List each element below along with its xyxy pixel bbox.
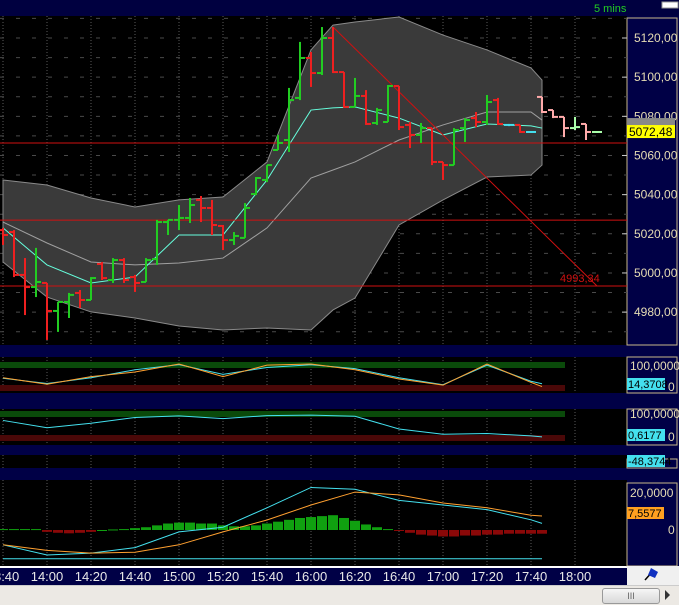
time-axis-label: 16:00 xyxy=(295,569,328,584)
oscillator2-axis-label: 100,0000 xyxy=(630,407,679,421)
macd-histogram-bar xyxy=(339,517,349,530)
header-bar xyxy=(0,0,679,16)
oscillator2-last-value: 0,6177 xyxy=(628,430,662,442)
macd-axis-label: 20,0000 xyxy=(630,486,674,500)
price-axis-label: 5000,00 xyxy=(634,266,678,280)
price-axis-label: 5020,00 xyxy=(634,227,678,241)
price-axis-label: 4980,00 xyxy=(634,305,678,319)
macd-histogram-bar xyxy=(75,530,85,533)
macd-histogram-bar xyxy=(350,520,360,530)
macd-histogram-bar xyxy=(416,530,426,535)
time-axis-label: 14:20 xyxy=(75,569,108,584)
macd-histogram-bar xyxy=(108,529,118,531)
panel-separator xyxy=(0,468,679,480)
overbought-band xyxy=(0,411,565,417)
macd-histogram-bar xyxy=(119,529,129,531)
macd-histogram-bar xyxy=(42,530,52,532)
time-axis-label: 14:00 xyxy=(31,569,64,584)
macd-histogram-bar xyxy=(306,517,316,530)
panel-separator xyxy=(0,345,679,357)
oversold-band xyxy=(0,385,565,391)
macd-histogram-bar xyxy=(515,530,525,534)
macd-histogram-bar xyxy=(0,529,8,531)
horizontal-scrollbar[interactable]: III xyxy=(0,585,679,605)
macd-histogram-bar xyxy=(317,516,327,530)
time-axis-label: 14:40 xyxy=(119,569,152,584)
macd-histogram-bar xyxy=(97,530,107,531)
stochastic-last-value: 14,3708 xyxy=(628,379,668,391)
macd-histogram-bar xyxy=(53,530,63,533)
time-axis-label: 16:40 xyxy=(383,569,416,584)
macd-histogram-bar xyxy=(163,523,173,530)
panel-separator xyxy=(0,393,679,409)
time-axis-label: 17:20 xyxy=(471,569,504,584)
macd-histogram-bar xyxy=(64,530,74,534)
macd-histogram-bar xyxy=(174,522,184,530)
macd-histogram-bar xyxy=(427,530,437,536)
stochastic-axis-label: 100,0000 xyxy=(630,359,679,373)
window-control[interactable] xyxy=(661,1,679,9)
macd-histogram-bar xyxy=(405,530,415,533)
macd-histogram-bar xyxy=(460,530,470,536)
macd-histogram-bar xyxy=(449,530,459,537)
macd-histogram-bar xyxy=(372,527,382,530)
macd-histogram-bar xyxy=(130,528,140,530)
macd-histogram-bar xyxy=(493,530,503,535)
macd-histogram-bar xyxy=(185,522,195,530)
time-axis-label: 15:20 xyxy=(207,569,240,584)
macd-histogram-bar xyxy=(262,523,272,530)
macd-histogram-bar xyxy=(504,530,514,534)
oscillator2-axis-label: 0 xyxy=(668,430,675,444)
macd-axis-label: 0 xyxy=(668,523,675,537)
price-bar xyxy=(504,123,514,127)
macd-histogram-bar xyxy=(86,530,96,532)
panel-separator xyxy=(0,445,679,455)
stochastic-axis-label: 0 xyxy=(668,380,675,394)
macd-histogram-bar xyxy=(20,529,30,531)
price-axis-label: 5060,00 xyxy=(634,148,678,162)
price-bar xyxy=(526,130,536,133)
time-axis-label: 16:20 xyxy=(339,569,372,584)
macd-histogram-bar xyxy=(328,515,338,530)
last-price-label: 5072,48 xyxy=(629,125,673,139)
macd-histogram-bar xyxy=(141,527,151,530)
time-axis-label: 15:00 xyxy=(163,569,196,584)
trading-chart[interactable]: 5 mins 4993,34 100,0000014,3708100,00000… xyxy=(0,0,679,604)
scroll-right-arrow-icon[interactable] xyxy=(665,590,670,600)
macd-last-value: 7,5577 xyxy=(628,508,662,520)
time-axis-label: 15:40 xyxy=(251,569,284,584)
scrollbar-thumb[interactable]: III xyxy=(602,588,660,604)
macd-histogram-bar xyxy=(394,530,404,531)
oscillator3-panel[interactable] xyxy=(0,455,627,468)
macd-histogram-bar xyxy=(284,519,294,530)
macd-histogram-bar xyxy=(537,530,547,534)
time-axis-label: 18:00 xyxy=(559,569,592,584)
price-axis-label: 5120,00 xyxy=(634,31,678,45)
macd-histogram-bar xyxy=(438,530,448,537)
macd-histogram-bar xyxy=(361,524,371,530)
macd-histogram-bar xyxy=(31,529,41,531)
macd-histogram-bar xyxy=(251,525,261,530)
oversold-band xyxy=(0,435,565,441)
time-axis-label: 13:40 xyxy=(0,569,19,584)
macd-histogram-bar xyxy=(482,530,492,535)
macd-histogram-bar xyxy=(471,530,481,536)
macd-histogram-bar xyxy=(152,525,162,530)
macd-histogram-bar xyxy=(9,529,19,531)
timeframe-label: 5 mins xyxy=(594,3,627,15)
time-axis-label: 17:40 xyxy=(515,569,548,584)
macd-histogram-bar xyxy=(273,521,283,530)
macd-histogram-bar xyxy=(526,530,536,534)
price-axis-label: 5100,00 xyxy=(634,70,678,84)
macd-histogram-bar xyxy=(383,529,393,531)
oscillator3-last-value: -48,3744 xyxy=(628,456,671,468)
time-axis-label: 17:00 xyxy=(427,569,460,584)
macd-histogram-bar xyxy=(295,517,305,530)
price-bar xyxy=(592,130,602,133)
price-axis-label: 5040,00 xyxy=(634,188,678,202)
